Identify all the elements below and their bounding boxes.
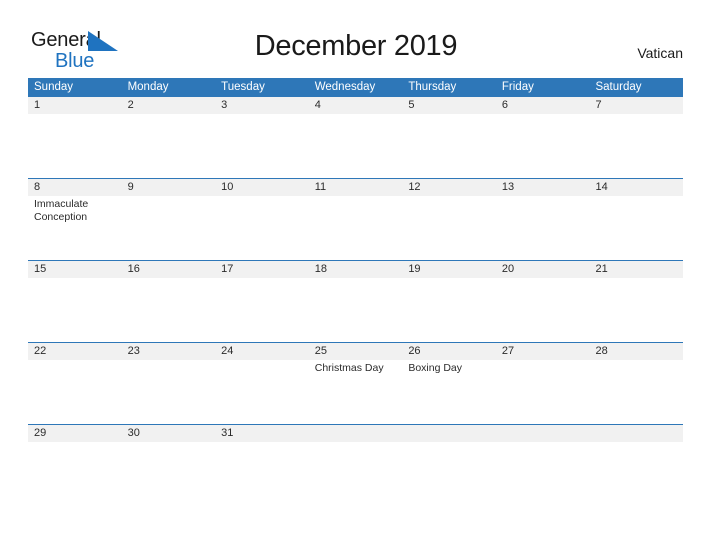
day-number[interactable]: 31 xyxy=(215,425,309,442)
day-number[interactable] xyxy=(496,425,590,442)
day-number[interactable] xyxy=(402,425,496,442)
day-number[interactable]: 13 xyxy=(496,179,590,196)
day-event xyxy=(122,114,216,178)
day-number[interactable]: 19 xyxy=(402,261,496,278)
weekday-header-sunday: Sunday xyxy=(34,81,74,93)
calendar-week-row: 29 30 31 xyxy=(28,424,683,442)
day-number[interactable]: 12 xyxy=(402,179,496,196)
day-number[interactable]: 18 xyxy=(309,261,403,278)
day-number[interactable]: 9 xyxy=(122,179,216,196)
day-event xyxy=(589,196,683,260)
calendar-week-row: 22 23 24 25 26 27 28 Christmas Day Boxin… xyxy=(28,342,683,424)
day-number[interactable]: 26 xyxy=(402,343,496,360)
day-event xyxy=(402,196,496,260)
calendar-week-row: 8 9 10 11 12 13 14 Immaculate Conception xyxy=(28,178,683,260)
calendar-grid: Sunday Monday Tuesday Wednesday Thursday… xyxy=(28,78,683,442)
region-label: Vatican xyxy=(637,45,683,61)
day-event xyxy=(215,196,309,260)
day-event xyxy=(309,278,403,342)
day-number[interactable]: 22 xyxy=(28,343,122,360)
day-event xyxy=(28,278,122,342)
week-date-band: 29 30 31 xyxy=(28,424,683,442)
day-number[interactable]: 3 xyxy=(215,97,309,114)
day-number[interactable]: 21 xyxy=(589,261,683,278)
weekday-header-monday: Monday xyxy=(127,81,169,93)
day-event xyxy=(309,196,403,260)
day-number[interactable]: 20 xyxy=(496,261,590,278)
day-number[interactable]: 27 xyxy=(496,343,590,360)
week-date-band: 1 2 3 4 5 6 7 xyxy=(28,96,683,114)
week-date-band: 22 23 24 25 26 27 28 xyxy=(28,342,683,360)
day-number[interactable]: 30 xyxy=(122,425,216,442)
day-number[interactable] xyxy=(589,425,683,442)
week-body-band: Christmas Day Boxing Day xyxy=(28,360,683,424)
day-number[interactable]: 29 xyxy=(28,425,122,442)
day-number[interactable]: 8 xyxy=(28,179,122,196)
day-event xyxy=(589,278,683,342)
day-number[interactable]: 2 xyxy=(122,97,216,114)
weekday-header-tuesday: Tuesday xyxy=(221,81,265,93)
day-number[interactable]: 23 xyxy=(122,343,216,360)
day-event xyxy=(589,360,683,424)
day-number[interactable]: 15 xyxy=(28,261,122,278)
day-number[interactable]: 25 xyxy=(309,343,403,360)
day-event xyxy=(28,114,122,178)
day-event xyxy=(122,360,216,424)
week-date-band: 8 9 10 11 12 13 14 xyxy=(28,178,683,196)
day-event: Boxing Day xyxy=(408,362,463,374)
day-event: Christmas Day xyxy=(314,362,384,374)
day-number[interactable]: 4 xyxy=(309,97,403,114)
day-event xyxy=(496,114,590,178)
day-event xyxy=(215,278,309,342)
day-event xyxy=(215,114,309,178)
week-body-band xyxy=(28,278,683,342)
weekday-header-thursday: Thursday xyxy=(408,81,457,93)
page-title: December 2019 xyxy=(254,30,458,62)
page-header: General Blue December 2019 Vatican xyxy=(0,0,712,78)
day-event: Immaculate Conception xyxy=(34,198,89,223)
day-number[interactable]: 16 xyxy=(122,261,216,278)
week-body-band xyxy=(28,114,683,178)
day-event xyxy=(402,114,496,178)
day-number[interactable]: 28 xyxy=(589,343,683,360)
day-number[interactable]: 14 xyxy=(589,179,683,196)
calendar-week-row: 1 2 3 4 5 6 7 xyxy=(28,96,683,178)
day-number[interactable]: 11 xyxy=(309,179,403,196)
day-event xyxy=(496,196,590,260)
day-number[interactable]: 1 xyxy=(28,97,122,114)
day-event xyxy=(496,360,590,424)
day-number[interactable]: 7 xyxy=(589,97,683,114)
day-number[interactable]: 5 xyxy=(402,97,496,114)
weekday-header-wednesday: Wednesday xyxy=(314,81,376,93)
day-event xyxy=(309,114,403,178)
day-event xyxy=(402,278,496,342)
weekday-header-saturday: Saturday xyxy=(595,81,642,93)
day-event xyxy=(215,360,309,424)
week-body-band: Immaculate Conception xyxy=(28,196,683,260)
day-number[interactable]: 17 xyxy=(215,261,309,278)
weekday-header-row: Sunday Monday Tuesday Wednesday Thursday… xyxy=(28,78,683,96)
calendar-week-row: 15 16 17 18 19 20 21 xyxy=(28,260,683,342)
weekday-header-friday: Friday xyxy=(501,81,534,93)
day-event xyxy=(496,278,590,342)
day-number[interactable]: 10 xyxy=(215,179,309,196)
day-event xyxy=(589,114,683,178)
day-event xyxy=(122,278,216,342)
day-number[interactable]: 24 xyxy=(215,343,309,360)
day-event xyxy=(122,196,216,260)
day-event xyxy=(28,360,122,424)
week-date-band: 15 16 17 18 19 20 21 xyxy=(28,260,683,278)
day-number[interactable] xyxy=(309,425,403,442)
day-number[interactable]: 6 xyxy=(496,97,590,114)
